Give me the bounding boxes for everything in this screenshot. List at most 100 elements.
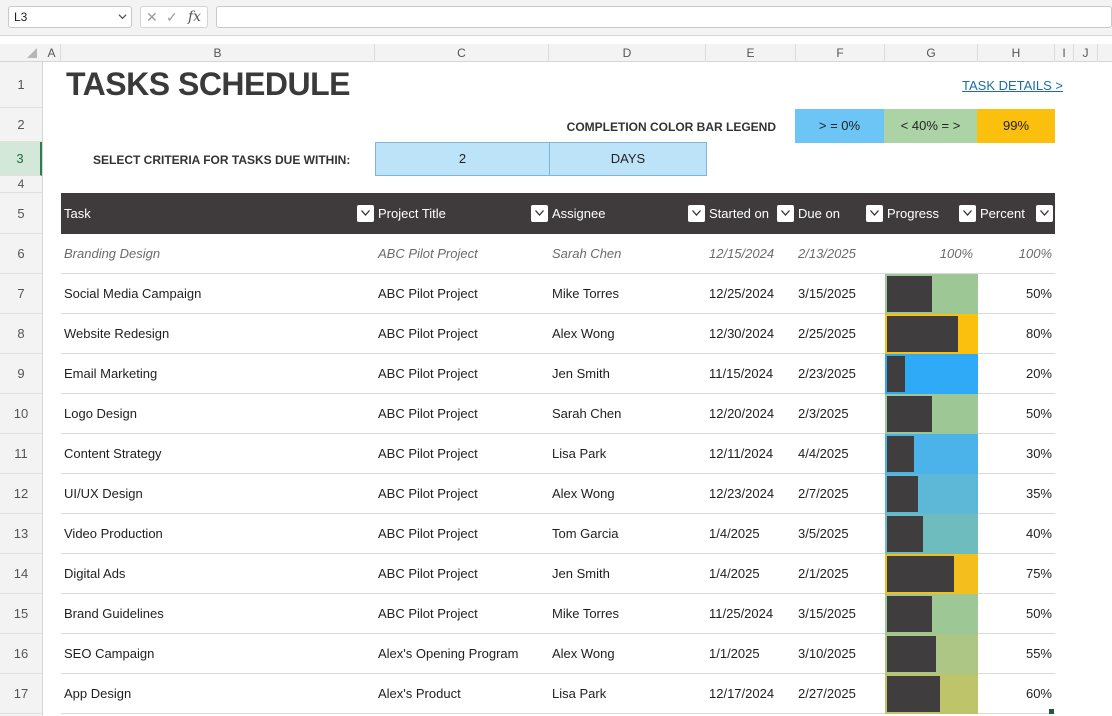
filter-dropdown-icon[interactable] bbox=[1036, 205, 1053, 222]
table-row[interactable]: Social Media Campaign ABC Pilot Project Mi… bbox=[61, 274, 1055, 314]
column-header-a[interactable]: A bbox=[43, 44, 61, 62]
table-row[interactable]: Branding Design ABC Pilot Project Sarah Ch… bbox=[61, 234, 1055, 274]
assignee-cell[interactable]: Alex Wong bbox=[552, 634, 615, 674]
task-details-link[interactable]: TASK DETAILS > bbox=[962, 78, 1063, 93]
progress-cell[interactable]: 100% bbox=[885, 234, 973, 274]
due-cell[interactable]: 3/15/2025 bbox=[798, 594, 856, 634]
table-row[interactable]: App Design Alex's Product Lisa Park 12/17/2… bbox=[61, 674, 1055, 714]
project-cell[interactable]: ABC Pilot Project bbox=[378, 394, 478, 434]
column-header-h[interactable]: H bbox=[978, 44, 1055, 62]
task-cell[interactable]: Brand Guidelines bbox=[64, 594, 164, 634]
task-cell[interactable]: Digital Ads bbox=[64, 554, 125, 594]
row-header-17[interactable]: 17 bbox=[0, 674, 42, 714]
column-header-e[interactable]: E bbox=[706, 44, 796, 62]
column-header-f[interactable]: F bbox=[796, 44, 885, 62]
task-cell[interactable]: Website Redesign bbox=[64, 314, 169, 354]
row-header-8[interactable]: 8 bbox=[0, 314, 42, 354]
chevron-down-icon[interactable] bbox=[118, 12, 127, 21]
started-cell[interactable]: 12/17/2024 bbox=[709, 674, 774, 714]
due-cell[interactable]: 3/10/2025 bbox=[798, 634, 856, 674]
column-header-b[interactable]: B bbox=[61, 44, 375, 62]
started-cell[interactable]: 12/20/2024 bbox=[709, 394, 774, 434]
filter-dropdown-icon[interactable] bbox=[777, 205, 794, 222]
row-header-5[interactable]: 5 bbox=[0, 193, 42, 234]
insert-function-icon[interactable]: fx bbox=[188, 9, 201, 25]
select-all-corner[interactable] bbox=[27, 48, 37, 58]
started-cell[interactable]: 11/15/2024 bbox=[709, 354, 773, 394]
percent-cell[interactable]: 40% bbox=[978, 514, 1052, 554]
percent-cell[interactable]: 50% bbox=[978, 274, 1052, 314]
task-cell[interactable]: App Design bbox=[64, 674, 131, 714]
started-cell[interactable]: 1/1/2025 bbox=[709, 634, 760, 674]
due-cell[interactable]: 2/25/2025 bbox=[798, 314, 856, 354]
due-cell[interactable]: 4/4/2025 bbox=[798, 434, 849, 474]
row-header-13[interactable]: 13 bbox=[0, 514, 42, 554]
table-row[interactable]: Brand Guidelines ABC Pilot Project Mike To… bbox=[61, 594, 1055, 634]
filter-dropdown-icon[interactable] bbox=[531, 205, 548, 222]
project-cell[interactable]: Alex's Opening Program bbox=[378, 634, 519, 674]
percent-cell[interactable]: 60% bbox=[978, 674, 1052, 714]
percent-cell[interactable]: 75% bbox=[978, 554, 1052, 594]
assignee-cell[interactable]: Jen Smith bbox=[552, 554, 610, 594]
assignee-cell[interactable]: Sarah Chen bbox=[552, 234, 621, 274]
table-row[interactable]: Email Marketing ABC Pilot Project Jen Smit… bbox=[61, 354, 1055, 394]
formula-input[interactable] bbox=[216, 6, 1112, 28]
column-header-g[interactable]: G bbox=[885, 44, 978, 62]
row-header-15[interactable]: 15 bbox=[0, 594, 42, 634]
row-header-2[interactable]: 2 bbox=[0, 108, 42, 142]
assignee-cell[interactable]: Sarah Chen bbox=[552, 394, 621, 434]
table-row[interactable]: SEO Campaign Alex's Opening Program Alex W… bbox=[61, 634, 1055, 674]
assignee-cell[interactable]: Lisa Park bbox=[552, 434, 606, 474]
percent-cell[interactable]: 50% bbox=[978, 394, 1052, 434]
column-header-i[interactable]: I bbox=[1055, 44, 1074, 62]
started-cell[interactable]: 12/23/2024 bbox=[709, 474, 774, 514]
project-cell[interactable]: ABC Pilot Project bbox=[378, 314, 478, 354]
table-row[interactable]: Video Production ABC Pilot Project Tom Gar… bbox=[61, 514, 1055, 554]
task-cell[interactable]: Branding Design bbox=[64, 234, 160, 274]
due-cell[interactable]: 3/15/2025 bbox=[798, 274, 856, 314]
started-cell[interactable]: 12/25/2024 bbox=[709, 274, 774, 314]
table-row[interactable]: Website Redesign ABC Pilot Project Alex Wo… bbox=[61, 314, 1055, 354]
filter-dropdown-icon[interactable] bbox=[357, 205, 374, 222]
cancel-icon[interactable]: ✕ bbox=[146, 9, 158, 26]
percent-cell[interactable]: 50% bbox=[978, 594, 1052, 634]
due-cell[interactable]: 3/5/2025 bbox=[798, 514, 849, 554]
task-cell[interactable]: UI/UX Design bbox=[64, 474, 143, 514]
percent-cell[interactable]: 30% bbox=[978, 434, 1052, 474]
percent-cell[interactable]: 100% bbox=[978, 234, 1052, 274]
row-header-16[interactable]: 16 bbox=[0, 634, 42, 674]
row-header-14[interactable]: 14 bbox=[0, 554, 42, 594]
project-cell[interactable]: ABC Pilot Project bbox=[378, 354, 478, 394]
assignee-cell[interactable]: Lisa Park bbox=[552, 674, 606, 714]
table-row[interactable]: Content Strategy ABC Pilot Project Lisa Pa… bbox=[61, 434, 1055, 474]
assignee-cell[interactable]: Mike Torres bbox=[552, 274, 619, 314]
task-cell[interactable]: Email Marketing bbox=[64, 354, 157, 394]
row-header-12[interactable]: 12 bbox=[0, 474, 42, 514]
assignee-cell[interactable]: Alex Wong bbox=[552, 474, 615, 514]
column-header-d[interactable]: D bbox=[549, 44, 706, 62]
row-header-10[interactable]: 10 bbox=[0, 394, 42, 434]
started-cell[interactable]: 11/25/2024 bbox=[709, 594, 773, 634]
due-cell[interactable]: 2/3/2025 bbox=[798, 394, 849, 434]
column-header-c[interactable]: C bbox=[375, 44, 549, 62]
started-cell[interactable]: 1/4/2025 bbox=[709, 514, 760, 554]
task-cell[interactable]: Video Production bbox=[64, 514, 163, 554]
assignee-cell[interactable]: Jen Smith bbox=[552, 354, 610, 394]
due-cell[interactable]: 2/1/2025 bbox=[798, 554, 849, 594]
task-cell[interactable]: Logo Design bbox=[64, 394, 137, 434]
started-cell[interactable]: 12/15/2024 bbox=[709, 234, 774, 274]
task-cell[interactable]: SEO Campaign bbox=[64, 634, 154, 674]
project-cell[interactable]: ABC Pilot Project bbox=[378, 274, 478, 314]
filter-dropdown-icon[interactable] bbox=[866, 205, 883, 222]
filter-dropdown-icon[interactable] bbox=[688, 205, 705, 222]
table-row[interactable]: Logo Design ABC Pilot Project Sarah Chen 12… bbox=[61, 394, 1055, 434]
percent-cell[interactable]: 80% bbox=[978, 314, 1052, 354]
percent-cell[interactable]: 35% bbox=[978, 474, 1052, 514]
assignee-cell[interactable]: Alex Wong bbox=[552, 314, 615, 354]
project-cell[interactable]: ABC Pilot Project bbox=[378, 514, 478, 554]
table-row[interactable]: UI/UX Design ABC Pilot Project Alex Wong 12… bbox=[61, 474, 1055, 514]
assignee-cell[interactable]: Tom Garcia bbox=[552, 514, 618, 554]
table-row[interactable]: Digital Ads ABC Pilot Project Jen Smith 1/4… bbox=[61, 554, 1055, 594]
due-cell[interactable]: 2/23/2025 bbox=[798, 354, 856, 394]
row-header-6[interactable]: 6 bbox=[0, 234, 42, 274]
